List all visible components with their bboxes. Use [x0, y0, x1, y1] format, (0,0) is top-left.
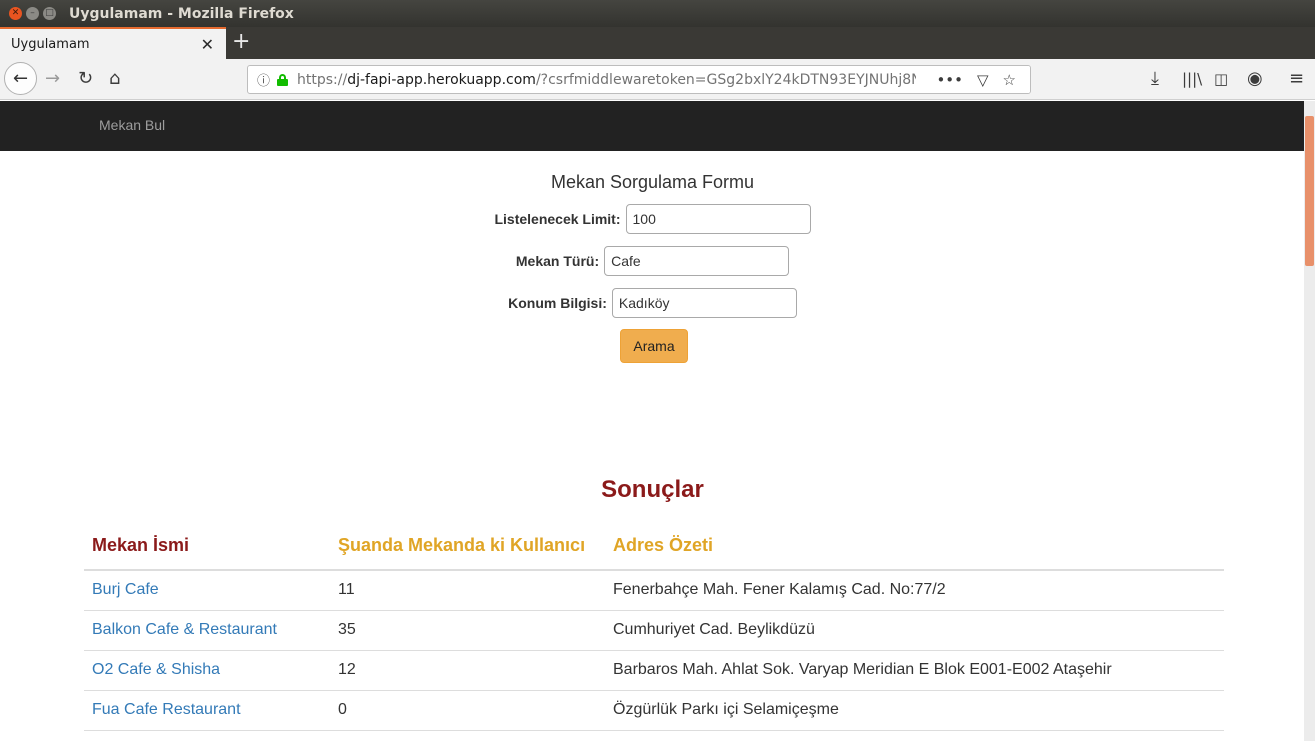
reload-icon[interactable]: ↻ [78, 67, 93, 91]
back-arrow-icon: ← [12, 68, 29, 89]
home-icon[interactable]: ⌂ [109, 67, 120, 91]
user-count: 35 [330, 610, 605, 651]
table-header-row: Mekan İsmi Şuanda Mekanda ki Kullanıcı A… [84, 521, 1224, 571]
window-maximize-icon[interactable]: □ [43, 7, 56, 20]
nav-toolbar: ← → ↻ ⌂ ⓘ https://dj-fapi-app.herokuapp.… [0, 59, 1315, 100]
tab-uygulamam[interactable]: Uygulamam ✕ [0, 27, 226, 59]
search-button[interactable]: Arama [620, 329, 688, 363]
library-icon[interactable]: |||\ [1182, 67, 1202, 91]
location-input[interactable] [611, 288, 797, 318]
user-count: 12 [330, 650, 605, 691]
tab-title: Uygulamam [11, 36, 90, 52]
lock-icon [277, 73, 289, 86]
limit-row: Listelenecek Limit: [0, 204, 1305, 234]
column-header-users: Şuanda Mekanda ki Kullanıcı [330, 521, 605, 571]
column-header-name: Mekan İsmi [84, 521, 330, 571]
url-text[interactable]: https://dj-fapi-app.herokuapp.com/?csrfm… [297, 72, 922, 88]
scrollbar-thumb[interactable] [1305, 116, 1314, 266]
pocket-icon[interactable]: ▽ [977, 71, 989, 89]
type-row: Mekan Türü: [0, 246, 1305, 276]
info-icon[interactable]: ⓘ [257, 70, 270, 89]
venue-link[interactable]: Balkon Cafe & Restaurant [92, 621, 277, 638]
window-close-icon[interactable]: ✕ [9, 7, 22, 20]
menu-icon[interactable]: ≡ [1289, 67, 1304, 91]
column-header-address: Adres Özeti [605, 521, 1224, 571]
user-count: 0 [330, 690, 605, 731]
user-count: 11 [330, 570, 605, 611]
tab-strip: Uygulamam ✕ + [0, 27, 1315, 59]
venue-link[interactable]: Burj Cafe [92, 581, 159, 598]
results-title: Sonuçlar [601, 476, 704, 503]
window-minimize-icon[interactable]: – [26, 7, 39, 20]
url-actions: ••• ▽ ☆ [916, 66, 1030, 93]
address-summary: Cumhuriyet Cad. Beylikdüzü [605, 610, 1224, 651]
page-scrollbar[interactable] [1304, 101, 1315, 741]
limit-label: Listelenecek Limit: [494, 211, 621, 227]
limit-input[interactable] [625, 204, 811, 234]
location-row: Konum Bilgisi: [0, 288, 1305, 318]
forward-icon[interactable]: → [45, 67, 60, 91]
page-actions-icon[interactable]: ••• [936, 71, 963, 89]
window-title: Uygulamam - Mozilla Firefox [69, 5, 294, 22]
site-brand-link[interactable]: Mekan Bul [99, 117, 165, 133]
results-table: Mekan İsmi Şuanda Mekanda ki Kullanıcı A… [84, 521, 1224, 731]
table-row: Burj Cafe 11 Fenerbahçe Mah. Fener Kalam… [84, 570, 1224, 611]
table-row: O2 Cafe & Shisha 12 Barbaros Mah. Ahlat … [84, 650, 1224, 691]
page-content: Mekan Bul Mekan Sorgulama Formu Listelen… [0, 101, 1315, 741]
sidebar-icon[interactable]: ◫ [1214, 67, 1228, 91]
address-summary: Barbaros Mah. Ahlat Sok. Varyap Meridian… [605, 650, 1224, 691]
account-icon[interactable]: ◉ [1247, 67, 1263, 91]
type-label: Mekan Türü: [515, 253, 600, 269]
new-tab-icon[interactable]: + [232, 29, 250, 55]
address-summary: Fenerbahçe Mah. Fener Kalamış Cad. No:77… [605, 570, 1224, 611]
tab-close-icon[interactable]: ✕ [201, 35, 214, 54]
url-bar[interactable]: ⓘ https://dj-fapi-app.herokuapp.com/?csr… [247, 65, 1031, 94]
location-label: Konum Bilgisi: [508, 295, 607, 311]
window-titlebar: ✕ – □ Uygulamam - Mozilla Firefox [0, 0, 1315, 27]
venue-link[interactable]: O2 Cafe & Shisha [92, 661, 220, 678]
venue-link[interactable]: Fua Cafe Restaurant [92, 701, 241, 718]
address-summary: Özgürlük Parkı içi Selamiçeşme [605, 690, 1224, 731]
back-button[interactable]: ← [4, 62, 37, 95]
site-navbar: Mekan Bul [0, 101, 1305, 151]
table-row: Balkon Cafe & Restaurant 35 Cumhuriyet C… [84, 610, 1224, 651]
form-title: Mekan Sorgulama Formu [550, 172, 755, 192]
table-row: Fua Cafe Restaurant 0 Özgürlük Parkı içi… [84, 690, 1224, 731]
bookmark-star-icon[interactable]: ☆ [1003, 71, 1016, 89]
type-input[interactable] [604, 246, 790, 276]
download-icon[interactable]: ⤓ [1151, 67, 1159, 91]
